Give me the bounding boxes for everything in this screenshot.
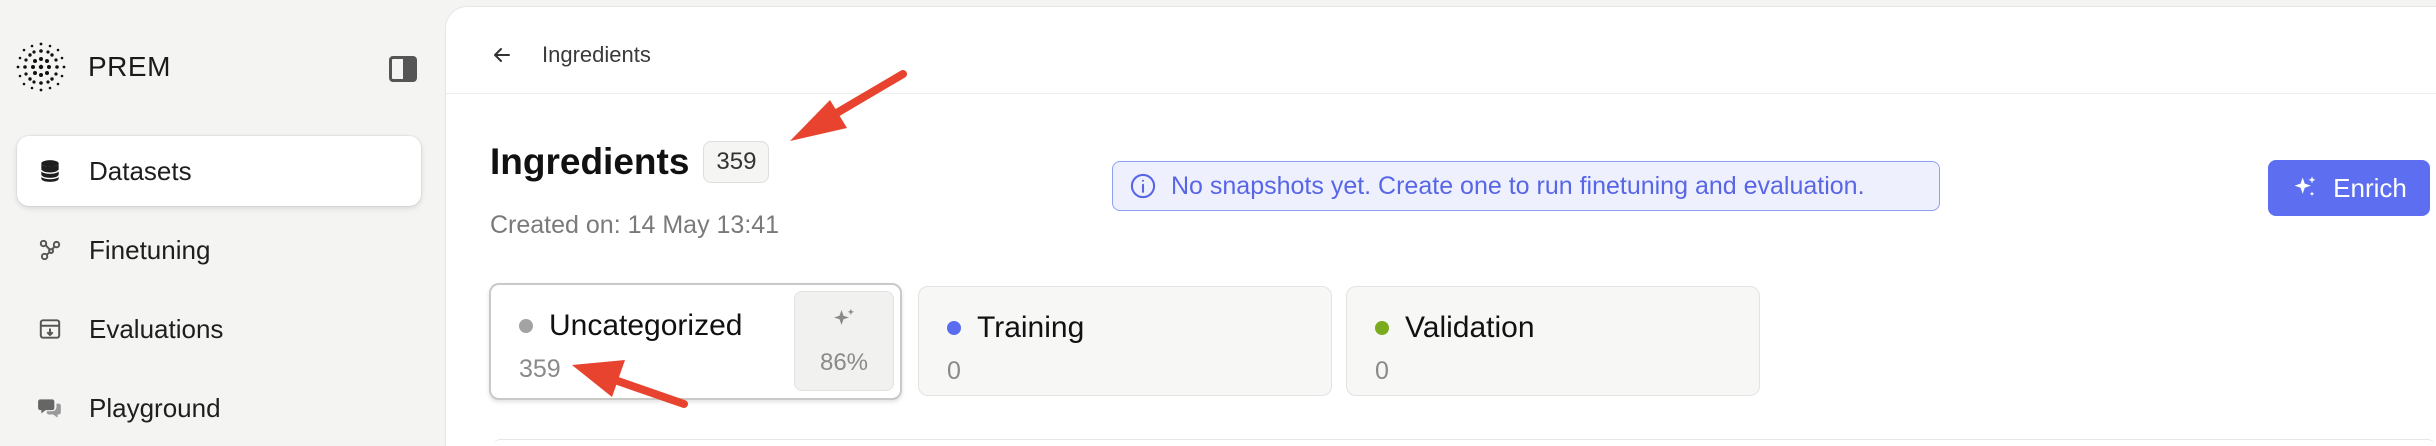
created-timestamp: Created on: 14 May 13:41 (490, 211, 780, 239)
sidebar-item-datasets[interactable]: Datasets (17, 136, 421, 206)
brand[interactable]: PREM (14, 40, 171, 94)
brand-name: PREM (88, 51, 171, 82)
sidebar-item-label: Finetuning (89, 234, 211, 265)
split-count: 0 (1375, 357, 1389, 385)
split-count: 0 (947, 357, 961, 385)
sidebar-nav: Datasets Finetuning Evaluations Playgrou… (17, 136, 421, 446)
sidebar-item-label: Evaluations (89, 313, 224, 344)
split-label: Validation (1375, 311, 1535, 345)
status-dot (519, 319, 533, 333)
split-name: Uncategorized (549, 309, 743, 342)
split-card-validation[interactable]: Validation 0 (1346, 286, 1760, 396)
split-card-uncategorized[interactable]: Uncategorized 359 86% (489, 283, 902, 400)
sidebar-item-playground[interactable]: Playground (17, 373, 421, 443)
chat-bubbles-icon (35, 393, 65, 423)
enrich-button[interactable]: Enrich (2268, 160, 2430, 216)
status-dot (1375, 321, 1389, 335)
split-enrich-indicator[interactable]: 86% (794, 291, 894, 391)
archive-download-icon (35, 314, 65, 344)
nodes-icon (35, 235, 65, 265)
sidebar: PREM Datasets Finetuning Evaluations Pla… (0, 0, 445, 446)
title-row: Ingredients 359 (490, 141, 770, 183)
sidebar-item-finetuning[interactable]: Finetuning (17, 215, 421, 285)
split-name: Validation (1405, 311, 1535, 344)
enrich-button-label: Enrich (2333, 172, 2407, 203)
info-banner: No snapshots yet. Create one to run fine… (1112, 161, 1940, 211)
split-label: Uncategorized (519, 309, 742, 343)
page-title: Ingredients (490, 141, 690, 182)
split-count: 359 (519, 355, 561, 383)
sidebar-item-evaluations[interactable]: Evaluations (17, 294, 421, 364)
header-divider (446, 93, 2436, 94)
database-icon (35, 156, 65, 186)
main-panel: Ingredients Ingredients 359 Created on: … (445, 6, 2436, 446)
sidebar-item-label: Playground (89, 392, 221, 423)
enrich-percentage: 86% (819, 349, 869, 376)
app-window: PREM Datasets Finetuning Evaluations Pla… (0, 0, 2436, 446)
status-dot (947, 321, 961, 335)
content-strip (494, 439, 2434, 446)
sparkles-icon (2294, 176, 2316, 197)
sidebar-item-label: Datasets (89, 155, 192, 186)
breadcrumb: Ingredients (490, 37, 651, 73)
info-banner-text: No snapshots yet. Create one to run fine… (1171, 171, 1865, 200)
breadcrumb-item[interactable]: Ingredients (542, 42, 651, 68)
sparkles-icon (834, 308, 854, 325)
count-badge: 359 (703, 141, 770, 183)
sidebar-toggle-icon[interactable] (389, 56, 417, 82)
back-arrow-icon[interactable] (490, 42, 516, 68)
split-label: Training (947, 311, 1084, 345)
split-name: Training (977, 311, 1085, 344)
prem-logo-icon (16, 42, 66, 92)
info-icon (1130, 173, 1156, 199)
split-card-training[interactable]: Training 0 (918, 286, 1332, 396)
